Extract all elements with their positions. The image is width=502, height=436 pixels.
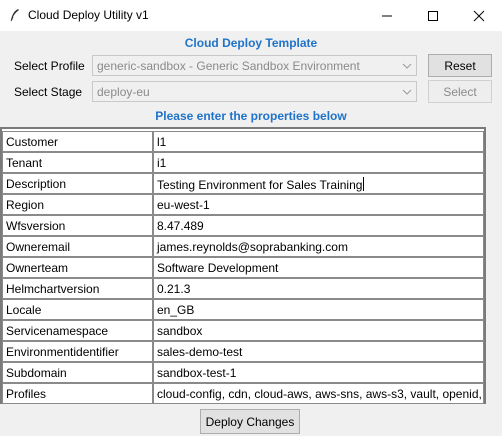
select-button[interactable]: Select — [428, 80, 492, 103]
property-value-input[interactable]: james.reynolds@soprabanking.com — [153, 236, 484, 257]
table-row: Description Testing Environment for Sale… — [2, 173, 484, 194]
table-row: Wfsversion 8.47.489 — [2, 215, 484, 236]
close-button[interactable] — [456, 0, 502, 31]
minimize-button[interactable] — [364, 0, 410, 31]
property-key: Subdomain — [2, 362, 153, 383]
stage-select-value: deploy-eu — [97, 85, 150, 99]
property-value-input[interactable]: Testing Environment for Sales Training — [153, 173, 484, 194]
table-row: Region eu-west-1 — [2, 194, 484, 215]
reset-button[interactable]: Reset — [428, 54, 492, 77]
table-row: Helmchartversion 0.21.3 — [2, 278, 484, 299]
table-row: Locale en_GB — [2, 299, 484, 320]
minimize-icon — [382, 15, 392, 16]
property-key: Environmentidentifier — [2, 341, 153, 362]
template-heading: Cloud Deploy Template — [184, 36, 318, 50]
title-bar: Cloud Deploy Utility v1 — [0, 0, 502, 31]
property-key: Tenant — [2, 152, 153, 173]
property-key: Ownerteam — [2, 257, 153, 278]
property-value-input[interactable]: sandbox — [153, 320, 484, 341]
property-value-text: Testing Environment for Sales Training — [157, 178, 363, 192]
property-key: Region — [2, 194, 153, 215]
property-value-input[interactable]: eu-west-1 — [153, 194, 484, 215]
table-row: Owneremail james.reynolds@soprabanking.c… — [2, 236, 484, 257]
property-value-input[interactable]: cloud-config, cdn, cloud-aws, aws-sns, a… — [153, 383, 484, 404]
chevron-down-icon[interactable] — [400, 59, 414, 73]
profile-label: Select Profile — [14, 59, 85, 73]
table-row: Customer l1 — [2, 131, 484, 152]
maximize-icon — [428, 10, 438, 21]
stage-label: Select Stage — [14, 85, 83, 99]
property-value-input[interactable]: 0.21.3 — [153, 278, 484, 299]
property-value-input[interactable]: sandbox-test-1 — [153, 362, 484, 383]
properties-heading: Please enter the properties below — [155, 109, 347, 123]
table-row: Ownerteam Software Development — [2, 257, 484, 278]
stage-select[interactable]: deploy-eu — [92, 81, 417, 102]
table-row: Tenant i1 — [2, 152, 484, 173]
feather-icon — [8, 8, 22, 22]
maximize-button[interactable] — [410, 0, 456, 31]
property-value-input[interactable]: i1 — [153, 152, 484, 173]
table-row: Environmentidentifier sales-demo-test — [2, 341, 484, 362]
deploy-changes-button[interactable]: Deploy Changes — [200, 409, 300, 434]
property-key: Servicenamespace — [2, 320, 153, 341]
property-key: Owneremail — [2, 236, 153, 257]
window-title: Cloud Deploy Utility v1 — [28, 8, 149, 22]
property-key: Description — [2, 173, 153, 194]
property-key: Locale — [2, 299, 153, 320]
property-key: Helmchartversion — [2, 278, 153, 299]
property-key: Customer — [2, 131, 153, 152]
text-cursor — [363, 177, 365, 191]
profile-select[interactable]: generic-sandbox - Generic Sandbox Enviro… — [92, 55, 417, 76]
property-value-input[interactable]: 8.47.489 — [153, 215, 484, 236]
chevron-down-icon[interactable] — [400, 85, 414, 99]
properties-table: Customer l1 Tenant i1 Description Testin… — [0, 127, 486, 404]
table-row: Servicenamespace sandbox — [2, 320, 484, 341]
profile-select-value: generic-sandbox - Generic Sandbox Enviro… — [97, 59, 360, 73]
property-key: Wfsversion — [2, 215, 153, 236]
close-icon — [473, 10, 485, 21]
table-row: Subdomain sandbox-test-1 — [2, 362, 484, 383]
property-value-input[interactable]: Software Development — [153, 257, 484, 278]
property-value-input[interactable]: en_GB — [153, 299, 484, 320]
table-row: Profiles cloud-config, cdn, cloud-aws, a… — [2, 383, 484, 404]
property-key: Profiles — [2, 383, 153, 404]
property-value-input[interactable]: l1 — [153, 131, 484, 152]
property-value-input[interactable]: sales-demo-test — [153, 341, 484, 362]
